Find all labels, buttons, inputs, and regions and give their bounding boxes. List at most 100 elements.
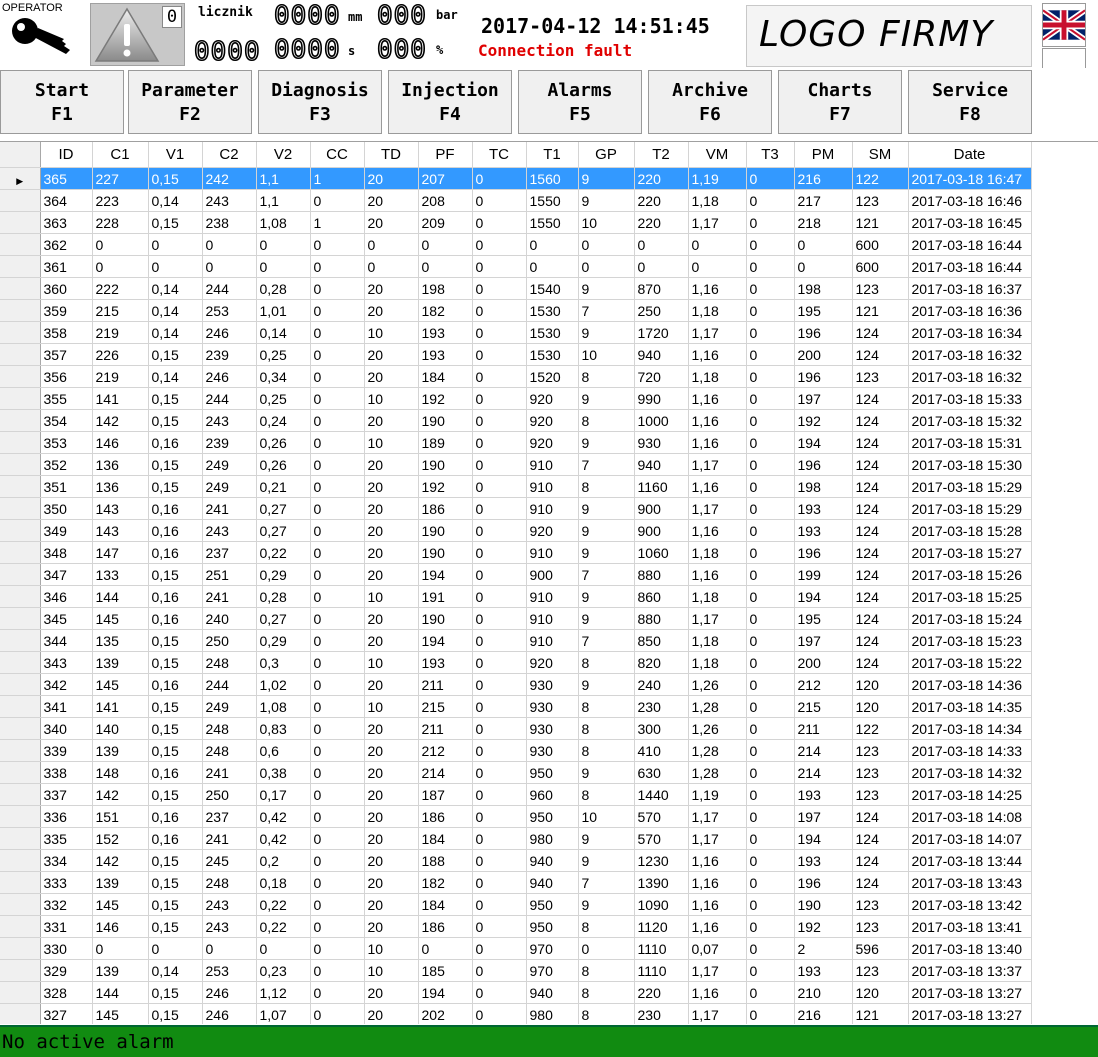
cell-v1[interactable]: 0,16 [148,805,203,828]
cell-c2[interactable]: 253 [202,959,257,982]
cell-c1[interactable]: 151 [92,805,149,828]
cell-cc[interactable]: 0 [310,607,365,630]
cell-td[interactable]: 20 [364,607,419,630]
cell-pf[interactable]: 189 [418,431,473,454]
cell-vm[interactable]: 1,19 [688,783,747,806]
cell-tc[interactable]: 0 [472,827,527,850]
cell-vm[interactable]: 1,18 [688,365,747,388]
row-header[interactable] [0,541,41,564]
cell-cc[interactable]: 0 [310,255,365,278]
cell-t3[interactable]: 0 [746,321,795,344]
cell-t1[interactable]: 930 [526,717,579,740]
cell-vm[interactable]: 1,17 [688,211,747,234]
cell-vm[interactable]: 1,16 [688,563,747,586]
cell-c1[interactable]: 142 [92,783,149,806]
cell-id[interactable]: 351 [40,475,93,498]
cell-tc[interactable]: 0 [472,915,527,938]
cell-pm[interactable]: 198 [794,475,853,498]
column-header-id[interactable]: ID [40,142,93,168]
cell-pm[interactable]: 212 [794,673,853,696]
cell-t2[interactable]: 220 [634,167,689,190]
cell-t3[interactable]: 0 [746,893,795,916]
cell-tc[interactable]: 0 [472,475,527,498]
row-header[interactable] [0,1003,41,1024]
column-header-c2[interactable]: C2 [202,142,257,168]
cell-date[interactable]: 2017-03-18 14:35 [908,695,1032,718]
cell-c1[interactable]: 215 [92,299,149,322]
cell-t1[interactable]: 970 [526,959,579,982]
cell-pm[interactable]: 193 [794,519,853,542]
cell-cc[interactable]: 0 [310,827,365,850]
cell-pm[interactable]: 0 [794,233,853,256]
cell-tc[interactable]: 0 [472,629,527,652]
cell-t1[interactable]: 950 [526,915,579,938]
cell-date[interactable]: 2017-03-18 15:28 [908,519,1032,542]
cell-c2[interactable]: 249 [202,475,257,498]
cell-sm[interactable]: 124 [852,827,909,850]
cell-pf[interactable]: 211 [418,673,473,696]
cell-c2[interactable]: 241 [202,497,257,520]
cell-pf[interactable]: 207 [418,167,473,190]
cell-tc[interactable]: 0 [472,541,527,564]
cell-v2[interactable]: 0,22 [256,893,311,916]
table-row[interactable]: 353 146 0,16 239 0,26 0 10 189 0 920 9 930 1,16 0 194 1… [0,431,1032,454]
cell-id[interactable]: 350 [40,497,93,520]
table-row[interactable]: 342 145 0,16 244 1,02 0 20 211 0 930 9 240 1,26 0 212 1… [0,673,1032,696]
cell-t2[interactable]: 570 [634,805,689,828]
cell-vm[interactable]: 1,18 [688,541,747,564]
cell-c2[interactable]: 0 [202,255,257,278]
cell-t3[interactable]: 0 [746,453,795,476]
cell-id[interactable]: 330 [40,937,93,960]
cell-vm[interactable]: 1,16 [688,409,747,432]
cell-td[interactable]: 0 [364,233,419,256]
cell-date[interactable]: 2017-03-18 15:31 [908,431,1032,454]
cell-td[interactable]: 0 [364,255,419,278]
table-row[interactable]: 329 139 0,14 253 0,23 0 10 185 0 970 8 1110 1,17 0 193… [0,959,1032,982]
cell-t3[interactable]: 0 [746,365,795,388]
cell-gp[interactable]: 7 [578,629,635,652]
cell-sm[interactable]: 124 [852,607,909,630]
cell-gp[interactable]: 8 [578,651,635,674]
cell-c1[interactable]: 136 [92,453,149,476]
table-row[interactable]: 363 228 0,15 238 1,08 1 20 209 0 1550 10 220 1,17 0 21… [0,211,1032,234]
cell-td[interactable]: 20 [364,761,419,784]
cell-t1[interactable]: 920 [526,409,579,432]
cell-date[interactable]: 2017-03-18 15:26 [908,563,1032,586]
cell-v1[interactable]: 0,15 [148,211,203,234]
cell-t1[interactable]: 930 [526,695,579,718]
cell-date[interactable]: 2017-03-18 16:37 [908,277,1032,300]
cell-gp[interactable]: 7 [578,453,635,476]
cell-sm[interactable]: 121 [852,211,909,234]
cell-id[interactable]: 362 [40,233,93,256]
cell-td[interactable]: 10 [364,937,419,960]
cell-td[interactable]: 20 [364,189,419,212]
cell-v1[interactable]: 0,14 [148,277,203,300]
cell-c1[interactable]: 219 [92,365,149,388]
cell-t2[interactable]: 940 [634,453,689,476]
cell-pf[interactable]: 186 [418,805,473,828]
cell-c1[interactable]: 226 [92,343,149,366]
cell-t2[interactable]: 1060 [634,541,689,564]
cell-c2[interactable]: 251 [202,563,257,586]
cell-c2[interactable]: 241 [202,585,257,608]
cell-t3[interactable]: 0 [746,497,795,520]
row-header[interactable] [0,563,41,586]
cell-gp[interactable]: 8 [578,783,635,806]
cell-gp[interactable]: 9 [578,321,635,344]
cell-sm[interactable]: 596 [852,937,909,960]
cell-c1[interactable]: 144 [92,585,149,608]
cell-c2[interactable]: 248 [202,717,257,740]
cell-tc[interactable]: 0 [472,783,527,806]
cell-v2[interactable]: 0,24 [256,409,311,432]
cell-gp[interactable]: 8 [578,695,635,718]
cell-pf[interactable]: 194 [418,981,473,1004]
column-header-date[interactable]: Date [908,142,1032,168]
cell-pf[interactable]: 194 [418,563,473,586]
cell-v2[interactable]: 0,28 [256,585,311,608]
cell-tc[interactable]: 0 [472,519,527,542]
cell-t1[interactable]: 1530 [526,321,579,344]
cell-pm[interactable]: 0 [794,255,853,278]
cell-id[interactable]: 348 [40,541,93,564]
table-row[interactable]: 361 0 0 0 0 0 0 0 0 0 0 0 0 0 0 600 2017-03-18 16:44 [0,255,1032,278]
row-header[interactable] [0,651,41,674]
